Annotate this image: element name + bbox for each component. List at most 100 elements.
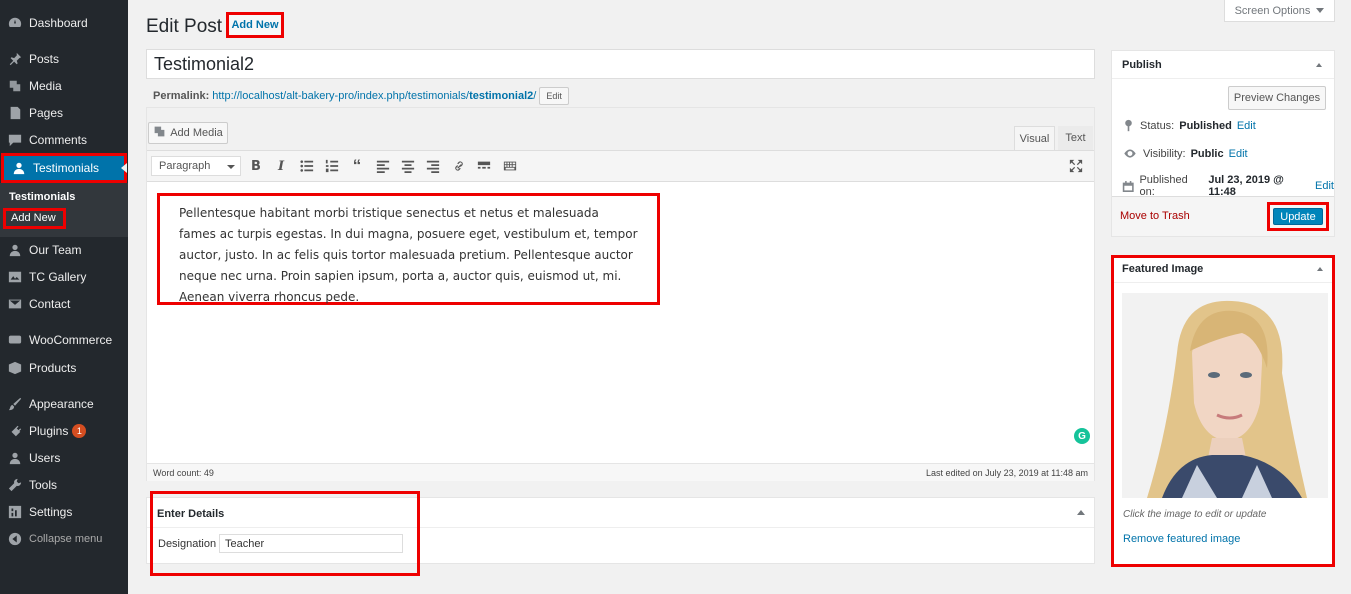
permalink-label: Permalink: bbox=[153, 90, 210, 102]
format-select[interactable]: Paragraph bbox=[151, 156, 241, 176]
sidebar-item-tools[interactable]: Tools bbox=[0, 471, 128, 498]
sidebar-item-label: TC Gallery bbox=[29, 269, 87, 284]
post-title-input[interactable] bbox=[146, 49, 1095, 79]
media-icon bbox=[8, 79, 22, 93]
featured-image[interactable] bbox=[1122, 293, 1328, 498]
status-row: Status: Published Edit bbox=[1122, 119, 1256, 132]
admin-sidebar: Dashboard Posts Media Pages Comments Tes… bbox=[0, 0, 128, 594]
sidebar-item-dashboard[interactable]: Dashboard bbox=[0, 9, 128, 36]
divider bbox=[1114, 282, 1332, 283]
update-button[interactable]: Update bbox=[1273, 208, 1323, 225]
grammarly-icon[interactable]: G bbox=[1074, 428, 1090, 444]
sidebar-item-woocommerce[interactable]: WooCommerce bbox=[0, 326, 128, 353]
sidebar-item-label: Our Team bbox=[29, 242, 82, 257]
featured-image-box: Featured Image Click the image to edit o… bbox=[1111, 255, 1335, 567]
sidebar-item-label: Pages bbox=[29, 105, 64, 120]
portrait-image bbox=[1122, 293, 1328, 498]
brush-icon bbox=[8, 397, 22, 411]
collapse-arrow-icon bbox=[8, 532, 22, 546]
permalink-slug: testimonial2 bbox=[469, 90, 534, 102]
sidebar-item-plugins[interactable]: Plugins 1 bbox=[0, 417, 128, 444]
highlight-frame: Update bbox=[1267, 202, 1329, 231]
post-content[interactable]: Pellentesque habitant morbi tristique se… bbox=[157, 193, 660, 305]
move-to-trash-link[interactable]: Move to Trash bbox=[1120, 210, 1190, 222]
screen-options-button[interactable]: Screen Options bbox=[1224, 0, 1335, 22]
numbered-list-icon[interactable] bbox=[323, 157, 341, 175]
post-editor: Add Media Visual Text Paragraph B I “ Pe… bbox=[146, 107, 1095, 481]
add-media-icon bbox=[153, 125, 166, 141]
permalink-base: http://localhost/alt-bakery-pro/index.ph… bbox=[212, 90, 470, 102]
plug-icon bbox=[8, 424, 22, 438]
sidebar-item-label: Posts bbox=[29, 51, 60, 66]
pin-icon bbox=[8, 52, 22, 66]
align-right-icon[interactable] bbox=[424, 157, 442, 175]
testimonials-submenu: Testimonials Add New bbox=[0, 183, 128, 237]
sidebar-item-appearance[interactable]: Appearance bbox=[0, 390, 128, 417]
tab-visual[interactable]: Visual bbox=[1014, 126, 1055, 150]
plugins-update-badge: 1 bbox=[72, 423, 87, 438]
permalink-trail: / bbox=[533, 90, 537, 102]
sidebar-item-users[interactable]: Users bbox=[0, 444, 128, 471]
media-bar: Add Media Visual Text bbox=[147, 108, 1094, 150]
sidebar-item-tc-gallery[interactable]: TC Gallery bbox=[0, 263, 128, 290]
bullet-list-icon[interactable] bbox=[298, 157, 316, 175]
submenu-add-new[interactable]: Add New bbox=[3, 208, 66, 229]
remove-featured-image-link[interactable]: Remove featured image bbox=[1123, 533, 1240, 545]
screen-options-label: Screen Options bbox=[1234, 4, 1311, 17]
blockquote-icon[interactable]: “ bbox=[348, 156, 366, 175]
sidebar-item-posts[interactable]: Posts bbox=[0, 45, 128, 72]
status-edit-link[interactable]: Edit bbox=[1237, 120, 1256, 132]
collapse-menu-button[interactable]: Collapse menu bbox=[0, 525, 128, 552]
user-icon bbox=[12, 161, 26, 175]
box-icon bbox=[8, 361, 22, 375]
tab-text[interactable]: Text bbox=[1058, 126, 1093, 150]
sidebar-item-media[interactable]: Media bbox=[0, 72, 128, 99]
sidebar-item-label: Tools bbox=[29, 477, 58, 492]
bold-icon[interactable]: B bbox=[247, 157, 265, 175]
align-left-icon[interactable] bbox=[374, 157, 392, 175]
sidebar-item-label: Dashboard bbox=[29, 15, 88, 30]
collapse-toggle-icon[interactable] bbox=[1317, 267, 1323, 271]
fullscreen-icon[interactable] bbox=[1067, 157, 1085, 175]
toolbar-toggle-icon[interactable] bbox=[501, 157, 519, 175]
visibility-label: Visibility: bbox=[1143, 147, 1186, 160]
divider bbox=[1112, 78, 1334, 79]
permalink-edit-button[interactable]: Edit bbox=[539, 87, 569, 105]
published-edit-link[interactable]: Edit bbox=[1315, 180, 1334, 192]
caret-down-icon bbox=[1316, 8, 1325, 13]
sidebar-item-pages[interactable]: Pages bbox=[0, 99, 128, 126]
permalink-row: Permalink: http://localhost/alt-bakery-p… bbox=[153, 87, 569, 105]
sidebar-item-testimonials[interactable]: Testimonials bbox=[1, 153, 127, 183]
collapse-toggle-icon[interactable] bbox=[1077, 510, 1085, 515]
featured-image-caption: Click the image to edit or update bbox=[1123, 509, 1267, 520]
sidebar-item-comments[interactable]: Comments bbox=[0, 126, 128, 153]
sidebar-item-label: Appearance bbox=[29, 396, 94, 411]
italic-icon[interactable]: I bbox=[272, 157, 290, 175]
eye-icon bbox=[1124, 149, 1136, 158]
add-new-button[interactable]: Add New bbox=[226, 12, 284, 38]
calendar-icon bbox=[1122, 180, 1134, 192]
visibility-edit-link[interactable]: Edit bbox=[1229, 148, 1248, 160]
add-media-button[interactable]: Add Media bbox=[148, 122, 228, 144]
sidebar-item-our-team[interactable]: Our Team bbox=[0, 236, 128, 263]
sidebar-item-products[interactable]: Products bbox=[0, 354, 128, 381]
link-icon[interactable] bbox=[450, 157, 468, 175]
sidebar-item-contact[interactable]: Contact bbox=[0, 290, 128, 317]
publish-title: Publish bbox=[1122, 59, 1162, 71]
published-label: Published on: bbox=[1139, 174, 1188, 198]
permalink-link[interactable]: http://localhost/alt-bakery-pro/index.ph… bbox=[212, 90, 536, 102]
add-media-label: Add Media bbox=[170, 127, 223, 139]
featured-image-title: Featured Image bbox=[1122, 263, 1204, 275]
comment-icon bbox=[8, 133, 22, 147]
align-center-icon[interactable] bbox=[399, 157, 417, 175]
last-edited: Last edited on July 23, 2019 at 11:48 am bbox=[926, 467, 1088, 478]
dashboard-icon bbox=[8, 16, 22, 30]
sidebar-item-settings[interactable]: Settings bbox=[0, 498, 128, 525]
preview-changes-button[interactable]: Preview Changes bbox=[1228, 86, 1326, 110]
editor-toolbar: Paragraph B I “ bbox=[147, 150, 1094, 182]
read-more-icon[interactable] bbox=[475, 157, 493, 175]
sidebar-item-label: Plugins bbox=[29, 423, 69, 438]
collapse-toggle-icon[interactable] bbox=[1316, 63, 1322, 67]
visibility-row: Visibility: Public Edit bbox=[1122, 147, 1248, 160]
submenu-testimonials[interactable]: Testimonials bbox=[9, 191, 75, 203]
